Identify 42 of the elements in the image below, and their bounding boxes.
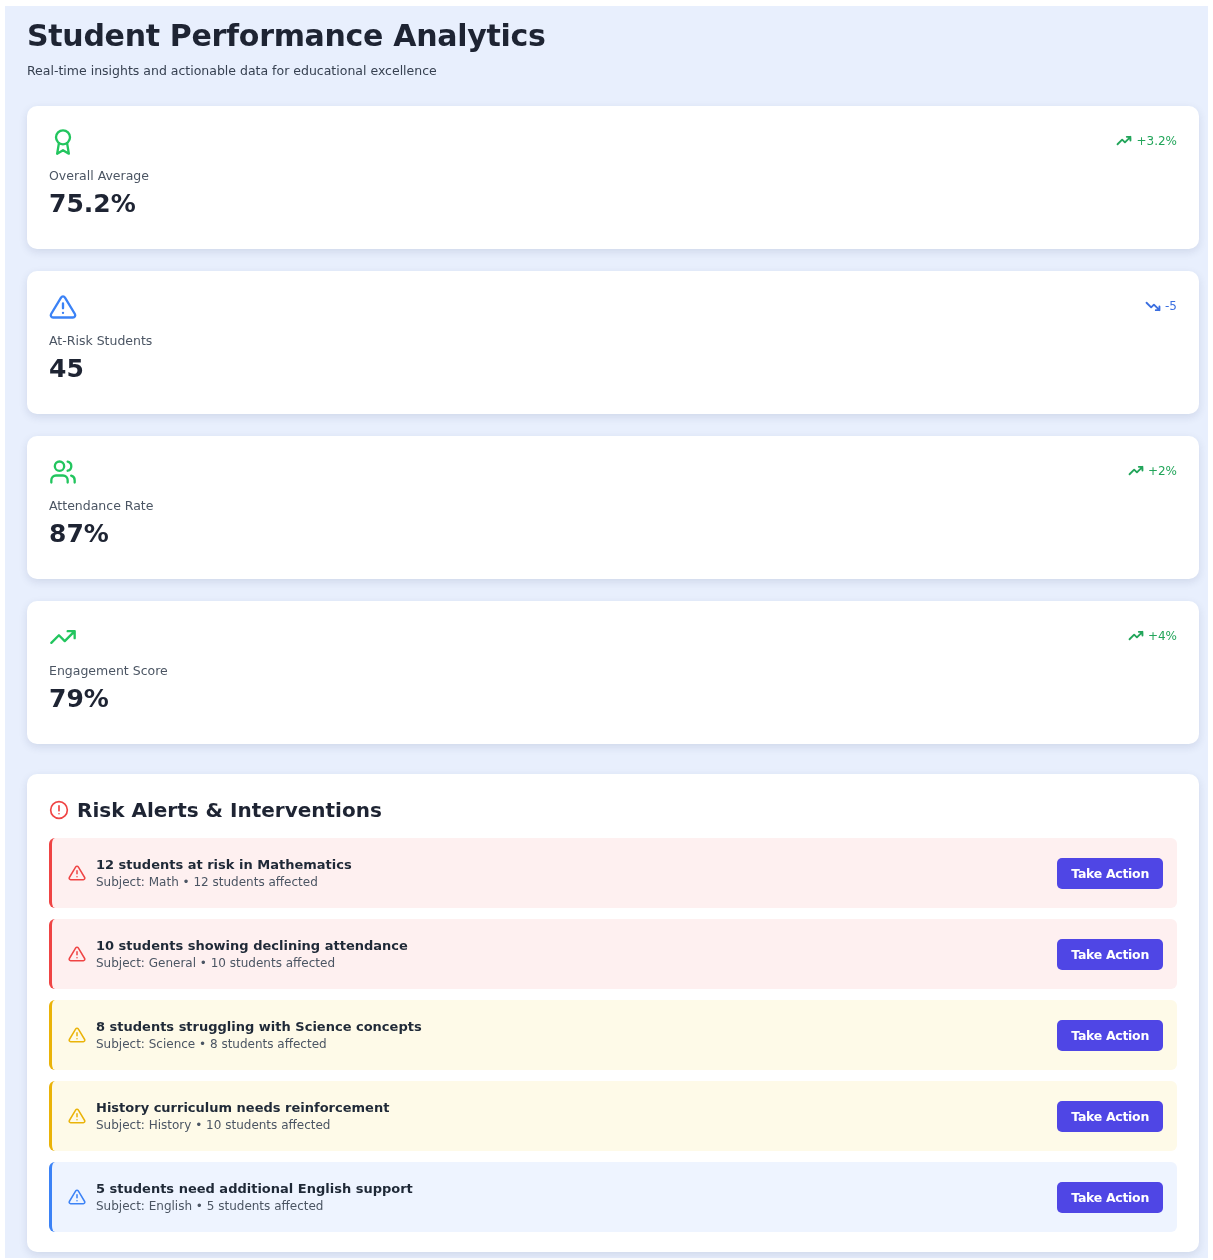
metric-value: 45 (49, 354, 85, 383)
warning-icon (49, 293, 77, 321)
metric-change: +3.2% (1136, 134, 1177, 148)
warning-icon (68, 1107, 86, 1125)
take-action-button[interactable]: Take Action (1057, 1181, 1163, 1213)
warning-icon (68, 945, 86, 963)
metric-label: At-Risk Students (49, 333, 153, 348)
metric-label: Engagement Score (49, 663, 168, 678)
take-action-button[interactable]: Take Action (1057, 1019, 1163, 1051)
metric-change: +4% (1147, 629, 1177, 643)
trending-up-icon (1116, 135, 1133, 147)
warning-icon (68, 1188, 86, 1206)
alert-detail: Subject: English • 5 students affected (96, 1199, 325, 1213)
alert-title: History curriculum needs reinforcement (96, 1100, 391, 1115)
metric-value: 87% (49, 519, 110, 548)
metric-change: -5 (1165, 299, 1177, 313)
page-subtitle: Real-time insights and actionable data for educational excellence (27, 63, 438, 78)
page-title: Student Performance Analytics (27, 18, 547, 53)
metric-value: 79% (49, 684, 110, 713)
take-action-button[interactable]: Take Action (1057, 1100, 1163, 1132)
warning-icon (68, 864, 86, 882)
metric-label: Overall Average (49, 168, 149, 183)
alert-detail: Subject: Science • 8 students affected (96, 1037, 328, 1051)
metric-value: 75.2% (49, 189, 137, 218)
alert-title: 10 students showing declining attendance (96, 938, 409, 953)
trending-up-icon (1127, 465, 1144, 477)
take-action-button[interactable]: Take Action (1057, 857, 1163, 889)
alert-detail: Subject: General • 10 students affected (96, 956, 337, 970)
metric-change: +2% (1147, 464, 1177, 478)
alert-detail: Subject: History • 10 students affected (96, 1118, 332, 1132)
metric-label: Attendance Rate (49, 498, 154, 513)
alert-circle-icon (49, 800, 69, 820)
alert-title: 5 students need additional English support (96, 1181, 414, 1196)
alert-title: 8 students struggling with Science concepts (96, 1019, 423, 1034)
alert-detail: Subject: Math • 12 students affected (96, 875, 319, 889)
alerts-title: Risk Alerts & Interventions (77, 798, 382, 822)
trending-down-icon (1145, 300, 1162, 312)
take-action-button[interactable]: Take Action (1057, 938, 1163, 970)
users-icon (49, 458, 77, 486)
trending-up-icon (1127, 630, 1144, 642)
warning-icon (68, 1026, 86, 1044)
alert-title: 12 students at risk in Mathematics (96, 857, 353, 872)
